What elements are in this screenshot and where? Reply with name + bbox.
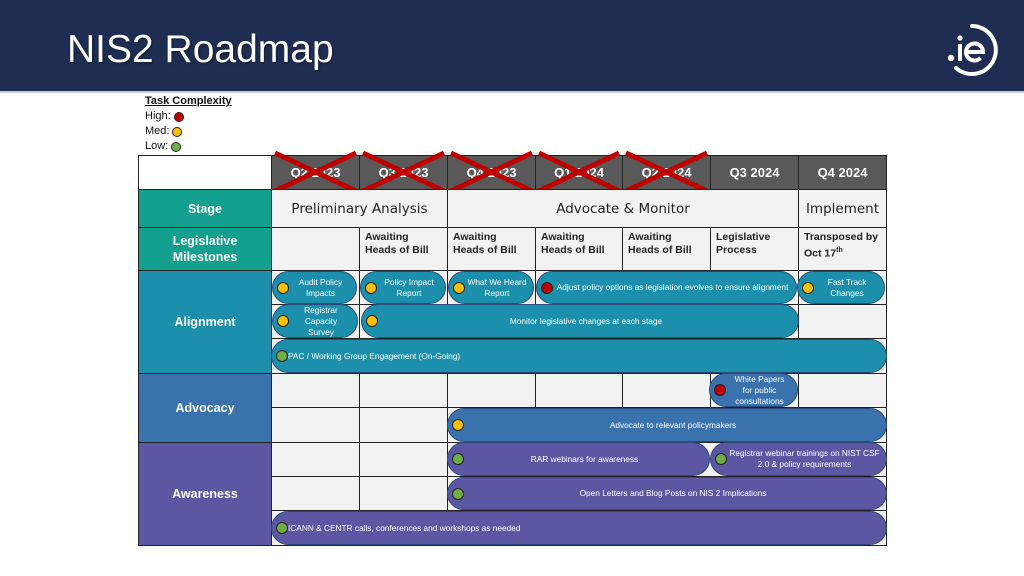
milestone-line: Process — [716, 244, 757, 256]
med-complexity-dot-icon — [366, 315, 378, 327]
grid-cell — [798, 373, 887, 408]
grid-cell — [359, 442, 448, 477]
task-label: Policy Impact Report — [384, 276, 434, 298]
task-icann-centr-calls[interactable]: ICANN & CENTR calls, conferences and wor… — [271, 511, 887, 545]
med-complexity-dot-icon — [277, 281, 289, 294]
milestone-line: Heads of Bill — [628, 244, 692, 256]
task-adjust-policy-options[interactable]: Adjust policy options as legislation evo… — [536, 271, 797, 304]
grid-cell — [535, 373, 623, 408]
quarter-header-q1-2024: Q1 2024 — [535, 155, 623, 190]
milestone-line: Heads of Bill — [541, 244, 605, 256]
grid-cell — [447, 373, 536, 408]
med-complexity-dot-icon — [453, 281, 465, 294]
quarter-header-q2-2023: Q2 2023 — [271, 155, 360, 190]
task-rar-webinars[interactable]: RAR webinars for awareness — [447, 442, 710, 476]
milestone-line: Legislative — [716, 231, 771, 243]
med-complexity-dot-icon — [802, 281, 814, 294]
med-complexity-dot-icon — [452, 419, 464, 431]
milestone-line: Awaiting — [365, 231, 409, 243]
grid-cell — [798, 304, 887, 339]
milestone-line: Heads of Bill — [365, 244, 429, 256]
grid-cell — [359, 476, 448, 511]
grid-cell — [271, 442, 360, 477]
task-label: ICANN & CENTR calls, conferences and wor… — [288, 522, 521, 533]
task-advocate-to-policymakers[interactable]: Advocate to relevant policymakers — [447, 408, 887, 442]
milestone-q2-2024: Awaiting Heads of Bill — [622, 227, 711, 271]
row-label-awareness: Awareness — [138, 442, 272, 546]
milestone-q1-2024: Awaiting Heads of Bill — [535, 227, 623, 271]
milestone-q3-2023: Awaiting Heads of Bill — [359, 227, 448, 271]
stage-implement: Implement — [798, 189, 887, 228]
med-complexity-dot-icon — [365, 281, 377, 294]
task-label: Adjust policy options as legislation evo… — [556, 282, 789, 292]
task-white-papers[interactable]: White Papers for public consultations — [709, 373, 798, 407]
task-label: White Papers for public consultations — [734, 373, 785, 406]
task-registrar-webinar-trainings[interactable]: Registrar webinar trainings on NIST CSF … — [710, 442, 887, 476]
task-label: Audit Policy Impacts — [298, 276, 343, 298]
task-label: Advocate to relevant policymakers — [609, 419, 737, 430]
milestone-q4-2024: Transposed by Oct 17th — [798, 227, 887, 271]
task-what-we-heard-report[interactable]: What We Heard Report — [448, 271, 534, 304]
milestone-line: Awaiting — [541, 231, 585, 243]
grid-cell — [359, 373, 448, 408]
task-fast-track-changes[interactable]: Fast Track Changes — [797, 271, 885, 304]
milestone-q2-2023 — [271, 227, 360, 271]
row-label-advocacy: Advocacy — [138, 373, 272, 443]
task-label: PAC / Working Group Engagement (On-Going… — [288, 350, 461, 361]
low-complexity-dot-icon — [276, 522, 288, 534]
corner-cell — [138, 155, 272, 190]
milestone-line: Heads of Bill — [453, 244, 517, 256]
low-complexity-dot-icon — [452, 453, 464, 465]
task-monitor-legislative-changes[interactable]: Monitor legislative changes at each stag… — [361, 304, 799, 338]
quarter-header-q4-2024: Q4 2024 — [798, 155, 887, 190]
task-label: Open Letters and Blog Posts on NIS 2 Imp… — [579, 488, 767, 498]
grid-cell — [271, 373, 360, 408]
quarter-header-q2-2024: Q2 2024 — [622, 155, 711, 190]
low-complexity-dot-icon — [715, 453, 727, 465]
row-label-legislative-milestones: Legislative Milestones — [138, 227, 272, 271]
milestone-q4-2023: Awaiting Heads of Bill — [447, 227, 536, 271]
task-policy-impact-report[interactable]: Policy Impact Report — [360, 271, 446, 304]
high-complexity-dot-icon — [541, 281, 553, 294]
roadmap-grid: Q2 2023 Q3 2023 Q4 2023 Q1 2024 Q2 2024 … — [0, 0, 1024, 576]
milestone-line: Transposed by — [804, 231, 879, 243]
high-complexity-dot-icon — [714, 384, 726, 396]
task-label: What We Heard Report — [467, 276, 527, 298]
task-pac-working-group-engagement[interactable]: PAC / Working Group Engagement (On-Going… — [271, 339, 887, 373]
grid-cell — [359, 407, 448, 443]
milestone-line: Awaiting — [453, 231, 497, 243]
milestone-line: Oct 17th — [804, 244, 881, 261]
med-complexity-dot-icon — [277, 315, 289, 327]
milestone-line: Awaiting — [628, 231, 672, 243]
grid-cell — [622, 373, 711, 408]
grid-cell — [271, 407, 360, 443]
milestone-date: Oct 17 — [804, 247, 837, 260]
task-label: Registrar Capacity Survey — [304, 304, 338, 337]
milestone-date-suffix: th — [836, 247, 843, 254]
stage-advocate-monitor: Advocate & Monitor — [447, 189, 799, 228]
quarter-header-q3-2024: Q3 2024 — [710, 155, 799, 190]
task-registrar-capacity-survey[interactable]: Registrar Capacity Survey — [272, 304, 358, 338]
grid-cell — [271, 476, 360, 511]
milestone-q3-2024: Legislative Process — [710, 227, 799, 271]
task-label: Registrar webinar trainings on NIST CSF … — [729, 448, 880, 469]
row-label-stage: Stage — [138, 189, 272, 228]
task-label: RAR webinars for awareness — [530, 453, 639, 464]
low-complexity-dot-icon — [276, 350, 288, 362]
task-open-letters-blog-posts[interactable]: Open Letters and Blog Posts on NIS 2 Imp… — [447, 477, 887, 510]
quarter-header-q3-2023: Q3 2023 — [359, 155, 448, 190]
row-label-line: Legislative — [172, 234, 238, 248]
low-complexity-dot-icon — [452, 487, 464, 500]
row-label-alignment: Alignment — [138, 270, 272, 374]
stage-preliminary-analysis: Preliminary Analysis — [271, 189, 448, 228]
task-label: Fast Track Changes — [827, 276, 867, 298]
row-label-line: Milestones — [172, 250, 238, 264]
task-audit-policy-impacts[interactable]: Audit Policy Impacts — [272, 271, 357, 304]
task-label: Monitor legislative changes at each stag… — [509, 315, 663, 326]
quarter-header-q4-2023: Q4 2023 — [447, 155, 536, 190]
